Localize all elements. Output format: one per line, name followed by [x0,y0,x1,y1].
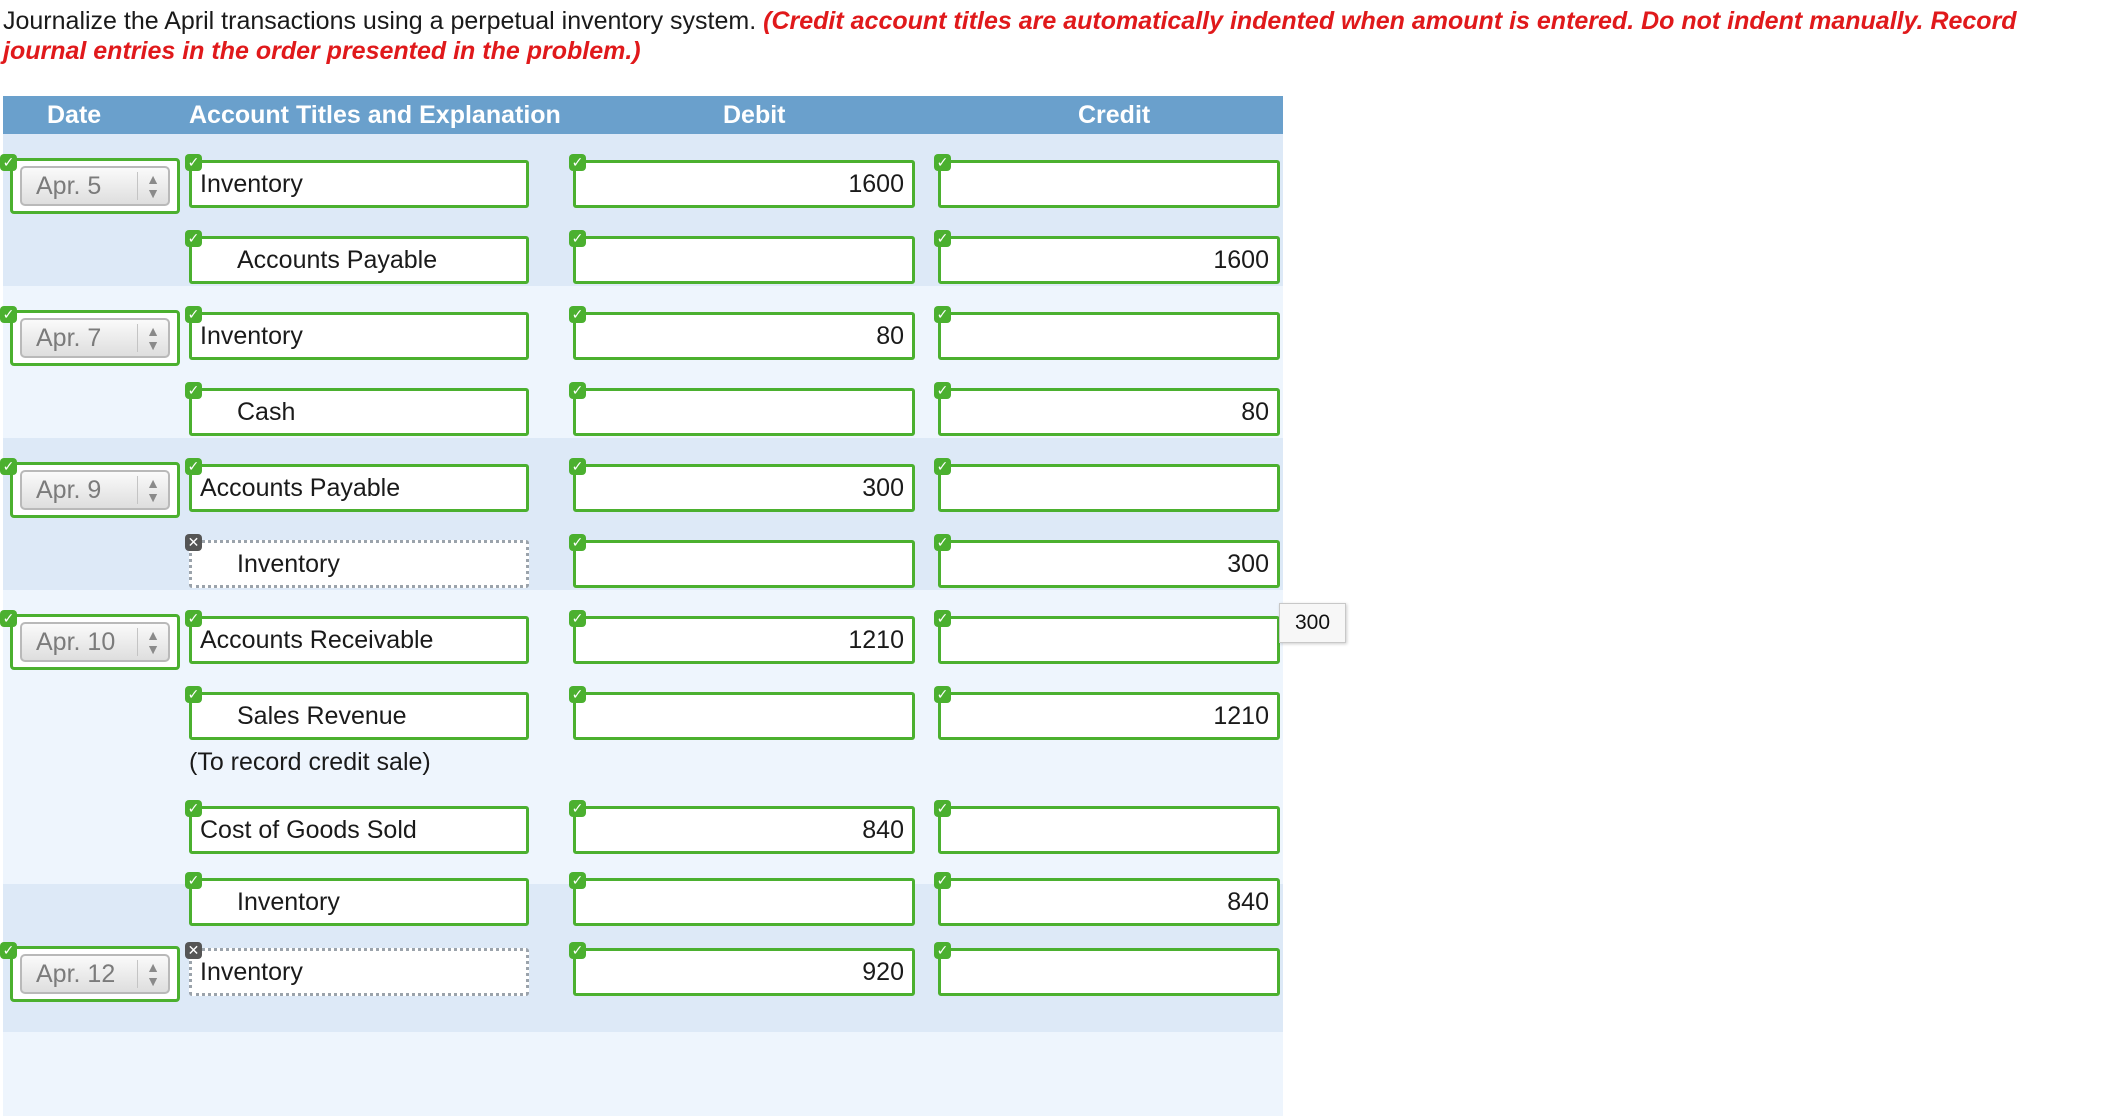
check-icon: ✓ [569,686,586,703]
check-icon: ✓ [569,154,586,171]
date-select-apr5[interactable]: Apr. 5 ▲ ▼ [10,158,180,214]
credit-input[interactable]: 1600 [938,236,1280,284]
check-icon: ✓ [569,610,586,627]
account-input[interactable]: Inventory [189,540,529,588]
check-icon: ✓ [185,154,202,171]
account-input[interactable]: Cost of Goods Sold [189,806,529,854]
x-icon: ✕ [185,942,202,959]
updown-arrows-icon: ▲ ▼ [137,960,168,988]
check-icon: ✓ [0,458,17,475]
credit-input[interactable]: 300 [938,540,1280,588]
check-icon: ✓ [934,800,951,817]
check-icon: ✓ [569,534,586,551]
account-input[interactable]: Accounts Payable [189,464,529,512]
updown-arrows-icon: ▲ ▼ [137,476,168,504]
check-icon: ✓ [185,800,202,817]
credit-input[interactable] [938,160,1280,208]
account-input[interactable]: Inventory [189,312,529,360]
debit-input[interactable]: 80 [573,312,915,360]
debit-input[interactable]: 1600 [573,160,915,208]
debit-input[interactable]: 1210 [573,616,915,664]
x-icon: ✕ [185,534,202,551]
date-select-apr9[interactable]: Apr. 9 ▲ ▼ [10,462,180,518]
check-icon: ✓ [934,534,951,551]
debit-input[interactable] [573,236,915,284]
check-icon: ✓ [569,458,586,475]
check-icon: ✓ [185,872,202,889]
check-icon: ✓ [934,686,951,703]
check-icon: ✓ [185,382,202,399]
check-icon: ✓ [0,306,17,323]
debit-input[interactable]: 300 [573,464,915,512]
header-account: Account Titles and Explanation [189,101,561,129]
check-icon: ✓ [934,230,951,247]
credit-input[interactable] [938,312,1280,360]
check-icon: ✓ [185,230,202,247]
account-input[interactable]: Accounts Receivable [189,616,529,664]
credit-input[interactable] [938,948,1280,996]
account-input[interactable]: Inventory [189,160,529,208]
check-icon: ✓ [569,942,586,959]
check-icon: ✓ [185,686,202,703]
updown-arrows-icon: ▲ ▼ [137,628,168,656]
credit-input[interactable]: 80 [938,388,1280,436]
debit-input[interactable] [573,388,915,436]
date-select-value[interactable]: Apr. 7 ▲ ▼ [20,318,170,358]
header-debit: Debit [723,101,786,129]
instructions: Journalize the April transactions using … [3,6,2103,66]
header-credit: Credit [1078,101,1151,129]
debit-input[interactable]: 920 [573,948,915,996]
date-select-value[interactable]: Apr. 5 ▲ ▼ [20,166,170,206]
debit-input[interactable]: 840 [573,806,915,854]
entry-explanation: (To record credit sale) [189,748,431,776]
check-icon: ✓ [569,872,586,889]
check-icon: ✓ [0,610,17,627]
credit-input[interactable]: 840 [938,878,1280,926]
check-icon: ✓ [0,942,17,959]
credit-input[interactable] [938,616,1280,664]
debit-input[interactable] [573,692,915,740]
check-icon: ✓ [934,306,951,323]
value-tooltip: 300 [1279,603,1346,643]
check-icon: ✓ [934,382,951,399]
debit-input[interactable] [573,878,915,926]
credit-input[interactable] [938,806,1280,854]
account-input[interactable]: Inventory [189,878,529,926]
account-input[interactable]: Sales Revenue [189,692,529,740]
check-icon: ✓ [185,458,202,475]
credit-input[interactable]: 1210 [938,692,1280,740]
check-icon: ✓ [569,382,586,399]
check-icon: ✓ [569,800,586,817]
date-select-apr10[interactable]: Apr. 10 ▲ ▼ [10,614,180,670]
date-select-value[interactable]: Apr. 9 ▲ ▼ [20,470,170,510]
date-select-apr12[interactable]: Apr. 12 ▲ ▼ [10,946,180,1002]
account-input[interactable]: Cash [189,388,529,436]
instruction-text: Journalize the April transactions using … [3,7,757,35]
debit-input[interactable] [573,540,915,588]
check-icon: ✓ [934,610,951,627]
header-date: Date [47,101,102,129]
check-icon: ✓ [185,306,202,323]
credit-input[interactable] [938,464,1280,512]
updown-arrows-icon: ▲ ▼ [137,172,168,200]
check-icon: ✓ [569,230,586,247]
check-icon: ✓ [934,154,951,171]
account-input[interactable]: Inventory [189,948,529,996]
check-icon: ✓ [934,942,951,959]
date-select-value[interactable]: Apr. 10 ▲ ▼ [20,622,170,662]
date-select-apr7[interactable]: Apr. 7 ▲ ▼ [10,310,180,366]
check-icon: ✓ [934,458,951,475]
account-input[interactable]: Accounts Payable [189,236,529,284]
check-icon: ✓ [569,306,586,323]
check-icon: ✓ [934,872,951,889]
updown-arrows-icon: ▲ ▼ [137,324,168,352]
entry-group-apr12 [3,1032,1283,1116]
table-header: Date Account Titles and Explanation Debi… [3,96,1283,134]
check-icon: ✓ [185,610,202,627]
date-select-value[interactable]: Apr. 12 ▲ ▼ [20,954,170,994]
check-icon: ✓ [0,154,17,171]
